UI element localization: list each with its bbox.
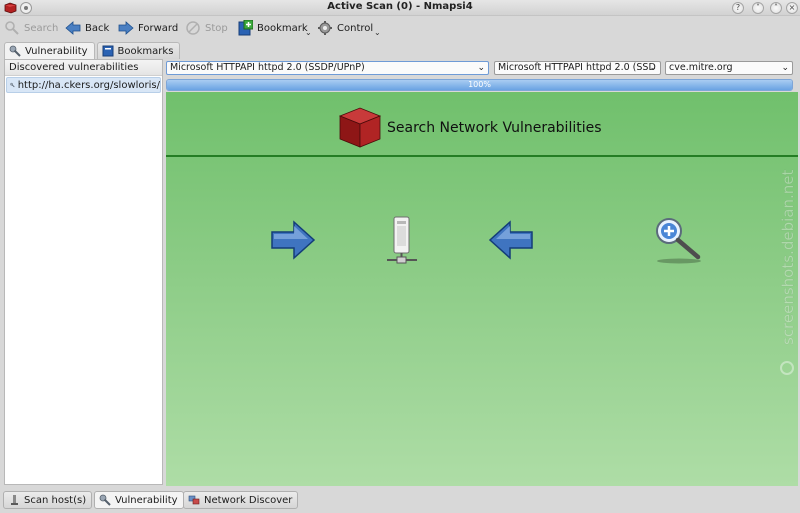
- tab-network-discover[interactable]: Network Discover: [183, 491, 299, 509]
- chevron-down-icon: ⌄: [477, 63, 485, 73]
- database-select-value: cve.mitre.org: [669, 62, 733, 73]
- service-select-value: Microsoft HTTPAPI httpd 2.0 (SSDP/UPnP): [170, 62, 365, 73]
- gear-icon: [318, 21, 332, 35]
- bookmarks-icon: [102, 45, 114, 57]
- window-titlebar: Active Scan (0) - Nmapsi4 ? ˅ ˄ ×: [0, 0, 800, 16]
- bookmark-add-icon: [238, 20, 253, 36]
- stop-icon: [186, 21, 200, 35]
- webview-title: Search Network Vulnerabilities: [387, 120, 602, 136]
- zoom-in-icon: [656, 218, 701, 264]
- tab-vulnerability[interactable]: Vulnerability: [4, 42, 95, 59]
- forward-label: Forward: [138, 22, 179, 34]
- bottom-tabbar: Scan host(s) Vulnerability Network Disco…: [0, 489, 800, 513]
- vulnerability-list-panel: Discovered vulnerabilities http://ha.cke…: [4, 59, 163, 485]
- progress-label: 100%: [468, 80, 491, 89]
- search-progress-bar: 100%: [166, 79, 793, 91]
- maximize-button[interactable]: ˄: [770, 2, 782, 14]
- tab-bookmarks-label: Bookmarks: [117, 45, 174, 57]
- search-label: Search: [24, 22, 59, 34]
- forward-button[interactable]: Forward: [118, 18, 178, 38]
- back-button[interactable]: Back: [65, 18, 109, 38]
- back-arrow-icon: [488, 220, 533, 260]
- tab-vulnerability-bottom[interactable]: Vulnerability: [94, 491, 184, 509]
- service-select-2[interactable]: Microsoft HTTPAPI httpd 2.0 (SSD ⌄: [494, 61, 661, 75]
- chevron-down-icon: ⌄: [781, 63, 789, 73]
- wrench-icon: [99, 494, 111, 506]
- tab-vulnerability-bottom-label: Vulnerability: [115, 494, 178, 506]
- server-icon: [387, 216, 417, 264]
- back-label: Back: [85, 22, 110, 34]
- list-header: Discovered vulnerabilities: [5, 60, 162, 76]
- bookmark-dropdown-icon[interactable]: ⌄: [305, 28, 312, 37]
- service-select-2-value: Microsoft HTTPAPI httpd 2.0 (SSD: [498, 62, 656, 73]
- stop-label: Stop: [205, 22, 228, 34]
- tab-network-discover-label: Network Discover: [204, 494, 293, 506]
- help-button[interactable]: ?: [732, 2, 744, 14]
- tab-scan-hosts[interactable]: Scan host(s): [3, 491, 93, 509]
- minimize-button[interactable]: ˅: [752, 2, 764, 14]
- control-button[interactable]: Control: [317, 18, 373, 38]
- stop-button[interactable]: Stop: [185, 18, 228, 38]
- forward-arrow-icon: [271, 220, 316, 260]
- tab-bookmarks[interactable]: Bookmarks: [96, 42, 181, 59]
- nmapsi4-cube-logo: [338, 107, 382, 148]
- wrench-icon: [9, 45, 21, 57]
- list-item-label: http://ha.ckers.org/slowloris/: [17, 79, 160, 91]
- screenshots-watermark: screenshots.debian.net: [779, 169, 797, 375]
- watermark-text: screenshots.debian.net: [779, 170, 797, 345]
- close-button[interactable]: ×: [786, 2, 798, 14]
- back-arrow-icon: [65, 21, 81, 35]
- scan-icon: [11, 495, 18, 505]
- control-dropdown-icon[interactable]: ⌄: [374, 28, 381, 37]
- list-item[interactable]: http://ha.ckers.org/slowloris/: [6, 77, 161, 93]
- tab-vulnerability-label: Vulnerability: [25, 45, 88, 57]
- bookmark-button[interactable]: Bookmark: [237, 18, 308, 38]
- network-icon: [188, 495, 200, 505]
- search-icon: [5, 21, 19, 35]
- search-button[interactable]: Search: [4, 18, 58, 38]
- tab-scan-hosts-label: Scan host(s): [24, 494, 87, 506]
- control-label: Control: [337, 22, 374, 34]
- service-select[interactable]: Microsoft HTTPAPI httpd 2.0 (SSDP/UPnP) …: [166, 61, 489, 75]
- database-select[interactable]: cve.mitre.org ⌄: [665, 61, 793, 75]
- forward-arrow-icon: [118, 21, 134, 35]
- bookmark-label: Bookmark: [257, 22, 308, 34]
- header-rule: [166, 155, 798, 157]
- left-tabbar: Vulnerability Bookmarks: [4, 42, 182, 59]
- vulnerability-webview[interactable]: Search Network Vulnerabilities: [166, 92, 798, 486]
- wrench-icon: [10, 82, 15, 88]
- main-toolbar: Search Back Forward Stop Bookmark ⌄ Cont…: [0, 16, 800, 40]
- chevron-down-icon: ⌄: [649, 63, 657, 73]
- window-title: Active Scan (0) - Nmapsi4: [327, 1, 473, 12]
